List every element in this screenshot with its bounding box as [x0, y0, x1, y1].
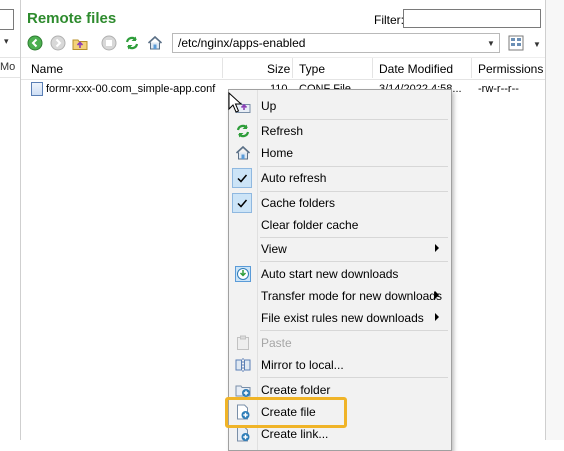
submenu-arrow-icon: [435, 313, 439, 321]
view-mode-icon[interactable]: [507, 34, 525, 52]
menu-item-label: Refresh: [261, 124, 304, 138]
menu-separator: [260, 377, 448, 378]
menu-item-up[interactable]: Up: [229, 95, 451, 117]
menu-item-label: Paste: [261, 336, 292, 350]
filter-label: Filter:: [374, 13, 404, 27]
mouse-cursor-icon: [228, 91, 243, 114]
divider: [0, 57, 20, 58]
menu-item-auto-start-downloads[interactable]: Auto start new downloads: [229, 263, 451, 285]
column-divider[interactable]: [292, 58, 293, 78]
menu-item-auto-refresh[interactable]: Auto refresh: [229, 167, 451, 189]
menu-item-home[interactable]: Home: [229, 142, 451, 164]
column-header-date[interactable]: Date Modified: [379, 62, 453, 76]
file-name[interactable]: formr-xxx-00.com_simple-app.conf: [46, 83, 215, 95]
menu-separator: [260, 261, 448, 262]
parent-folder-icon[interactable]: [72, 35, 88, 51]
menu-item-refresh[interactable]: Refresh: [229, 120, 451, 142]
checkmark-icon: [232, 168, 252, 188]
file-icon: [31, 82, 43, 96]
filter-input[interactable]: [403, 9, 541, 28]
column-header-name[interactable]: Name: [31, 62, 63, 76]
auto-start-icon: [235, 266, 251, 282]
file-permissions: -rw-r--r--: [478, 83, 519, 95]
home-icon: [235, 145, 251, 161]
chevron-down-icon[interactable]: ▼: [487, 39, 495, 48]
menu-item-label: Clear folder cache: [261, 218, 359, 232]
column-header-permissions[interactable]: Permissions: [478, 62, 543, 76]
menu-item-label: Auto start new downloads: [261, 267, 399, 281]
mirror-icon: [235, 357, 251, 373]
menu-item-mirror-to-local[interactable]: Mirror to local...: [229, 354, 451, 376]
column-divider[interactable]: [222, 58, 223, 78]
column-divider[interactable]: [372, 58, 373, 78]
pane-border: [546, 0, 564, 440]
menu-item-label: Home: [261, 146, 294, 160]
chevron-down-icon[interactable]: ▼: [533, 40, 541, 49]
pane-title: Remote files: [27, 10, 117, 27]
local-filter-input[interactable]: [0, 9, 14, 30]
divider: [0, 77, 20, 78]
create-folder-icon: [235, 382, 251, 398]
local-files-pane: ▾ Mo: [0, 0, 21, 440]
menu-item-transfer-mode[interactable]: Transfer mode for new downloads: [229, 285, 451, 307]
menu-item-label: View: [261, 242, 287, 256]
home-icon[interactable]: [147, 35, 163, 51]
menu-item-clear-folder-cache[interactable]: Clear folder cache: [229, 214, 451, 236]
highlight-box: [225, 397, 347, 428]
menu-item-label: Up: [261, 99, 277, 113]
checkmark-icon: [232, 193, 252, 213]
menu-item-label: Auto refresh: [261, 171, 327, 185]
menu-item-label: Create folder: [261, 383, 331, 397]
back-icon[interactable]: [27, 35, 43, 51]
menu-item-label: Cache folders: [261, 196, 336, 210]
column-header-type[interactable]: Type: [299, 62, 325, 76]
column-divider[interactable]: [471, 58, 472, 78]
menu-item-label: Mirror to local...: [261, 358, 344, 372]
menu-item-label: Create link...: [261, 427, 329, 441]
menu-item-view[interactable]: View: [229, 238, 451, 260]
paste-icon: [235, 335, 251, 351]
menu-item-label: Transfer mode for new downloads: [261, 289, 442, 303]
menu-item-paste: Paste: [229, 332, 451, 354]
menu-item-cache-folders[interactable]: Cache folders: [229, 192, 451, 214]
file-list-header: Name Size Type Date Modified Permissions: [21, 57, 545, 80]
refresh-icon[interactable]: [124, 35, 140, 51]
local-column-header[interactable]: Mo: [0, 61, 15, 73]
menu-item-file-exist-rules[interactable]: File exist rules new downloads: [229, 307, 451, 329]
stop-icon[interactable]: [101, 35, 117, 51]
column-header-size[interactable]: Size: [267, 62, 290, 76]
forward-icon[interactable]: [50, 35, 66, 51]
submenu-arrow-icon: [435, 244, 439, 252]
remote-path-input[interactable]: /etc/nginx/apps-enabled: [172, 33, 500, 53]
menu-item-label: File exist rules new downloads: [261, 311, 424, 325]
submenu-arrow-icon: [435, 291, 439, 299]
chevron-down-icon[interactable]: ▾: [4, 36, 9, 47]
refresh-icon: [235, 123, 251, 139]
menu-separator: [260, 330, 448, 331]
